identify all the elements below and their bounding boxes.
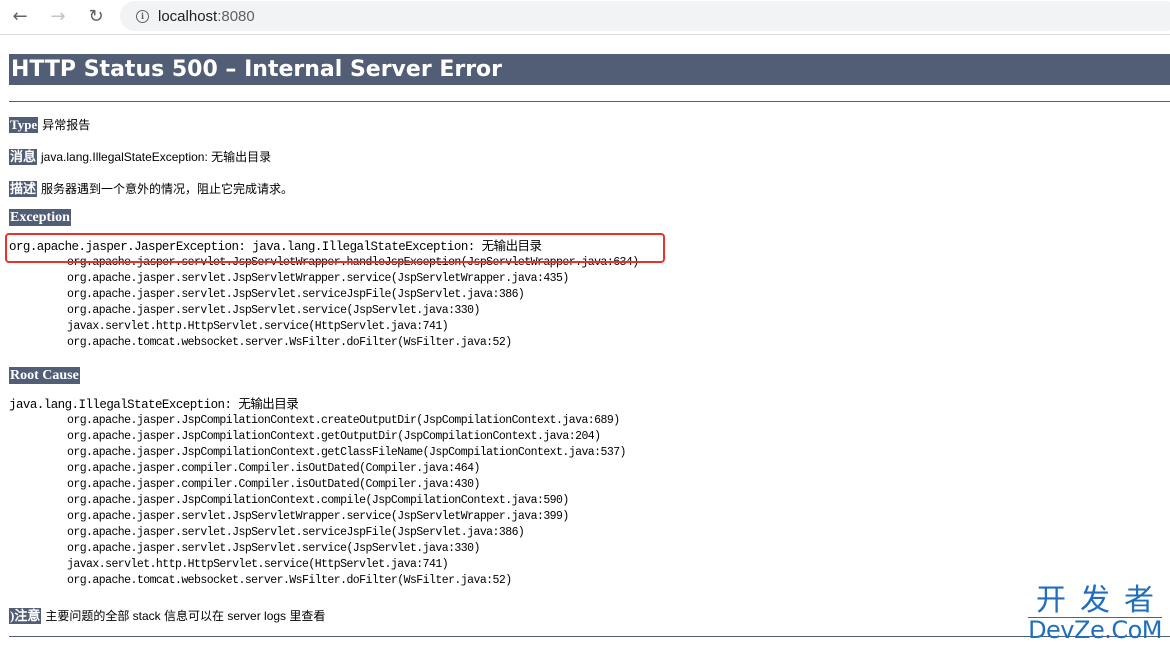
stack-frame: org.apache.jasper.servlet.JspServletWrap… [67,272,569,285]
root-cause-head: java.lang.IllegalStateException: 无输出目录 [9,398,299,412]
note-value: 主要问题的全部 stack 信息可以在 server logs 里查看 [45,609,326,623]
url-port: :8080 [217,7,255,25]
type-row: Type 异常报告 [9,116,90,133]
message-label: 消息 [9,148,38,165]
divider [9,101,1170,102]
url-host: localhost [158,7,218,25]
stack-frame: org.apache.jasper.servlet.JspServlet.ser… [67,526,525,539]
reload-icon: ↻ [88,5,104,27]
type-value: 异常报告 [42,118,91,132]
watermark-cn: 开发者 [1036,583,1169,618]
arrow-left-icon: ← [12,5,28,27]
arrow-right-icon: → [50,5,66,27]
stack-frame: org.apache.tomcat.websocket.server.WsFil… [67,574,512,587]
url-text: localhost:8080 [158,8,255,25]
root-cause-trace: java.lang.IllegalStateException: 无输出目录 or… [9,397,626,589]
stack-frame: org.apache.jasper.servlet.JspServlet.ser… [67,542,480,555]
description-label: 描述 [9,180,38,197]
info-icon[interactable]: i [136,9,149,23]
stack-frame: javax.servlet.http.HttpServlet.service(H… [67,558,449,571]
root-cause-label: Root Cause [9,367,80,384]
note-label: )注意 [9,607,42,624]
stack-frame: org.apache.jasper.servlet.JspServlet.ser… [67,304,480,317]
stack-frame: org.apache.jasper.JspCompilationContext.… [67,494,569,507]
browser-toolbar: ← → ↻ i localhost:8080 [0,0,1170,35]
watermark-en: DevZe.CoM [1028,616,1162,644]
reload-button[interactable]: ↻ [84,4,108,28]
stack-frame: org.apache.jasper.servlet.JspServlet.ser… [67,288,525,301]
stack-frame: org.apache.jasper.JspCompilationContext.… [67,414,620,427]
page-title: HTTP Status 500 – Internal Server Error [9,54,1170,85]
exception-label: Exception [9,209,71,226]
divider [9,636,1170,637]
message-value: java.lang.IllegalStateException: 无输出目录 [41,150,272,164]
type-label: Type [9,116,39,133]
watermark-logo: 开发者 DevZe.CoM [1028,585,1162,642]
stack-frame: org.apache.jasper.JspCompilationContext.… [67,430,601,443]
note-row: )注意 主要问题的全部 stack 信息可以在 server logs 里查看 [9,607,325,624]
stack-frame: javax.servlet.http.HttpServlet.service(H… [67,320,449,333]
stack-frame: org.apache.jasper.JspCompilationContext.… [67,446,626,459]
stack-frame: org.apache.jasper.compiler.Compiler.isOu… [67,478,480,491]
address-bar[interactable]: i localhost:8080 [120,1,1170,31]
message-row: 消息 java.lang.IllegalStateException: 无输出目… [9,148,271,165]
stack-frame: org.apache.jasper.compiler.Compiler.isOu… [67,462,480,475]
description-value: 服务器遇到一个意外的情况，阻止它完成请求。 [41,182,294,196]
stack-frame: org.apache.jasper.servlet.JspServletWrap… [67,510,569,523]
highlight-annotation-box [5,233,665,263]
back-button[interactable]: ← [8,4,32,28]
stack-frame: org.apache.tomcat.websocket.server.WsFil… [67,336,512,349]
description-row: 描述 服务器遇到一个意外的情况，阻止它完成请求。 [9,180,293,197]
forward-button[interactable]: → [46,4,70,28]
